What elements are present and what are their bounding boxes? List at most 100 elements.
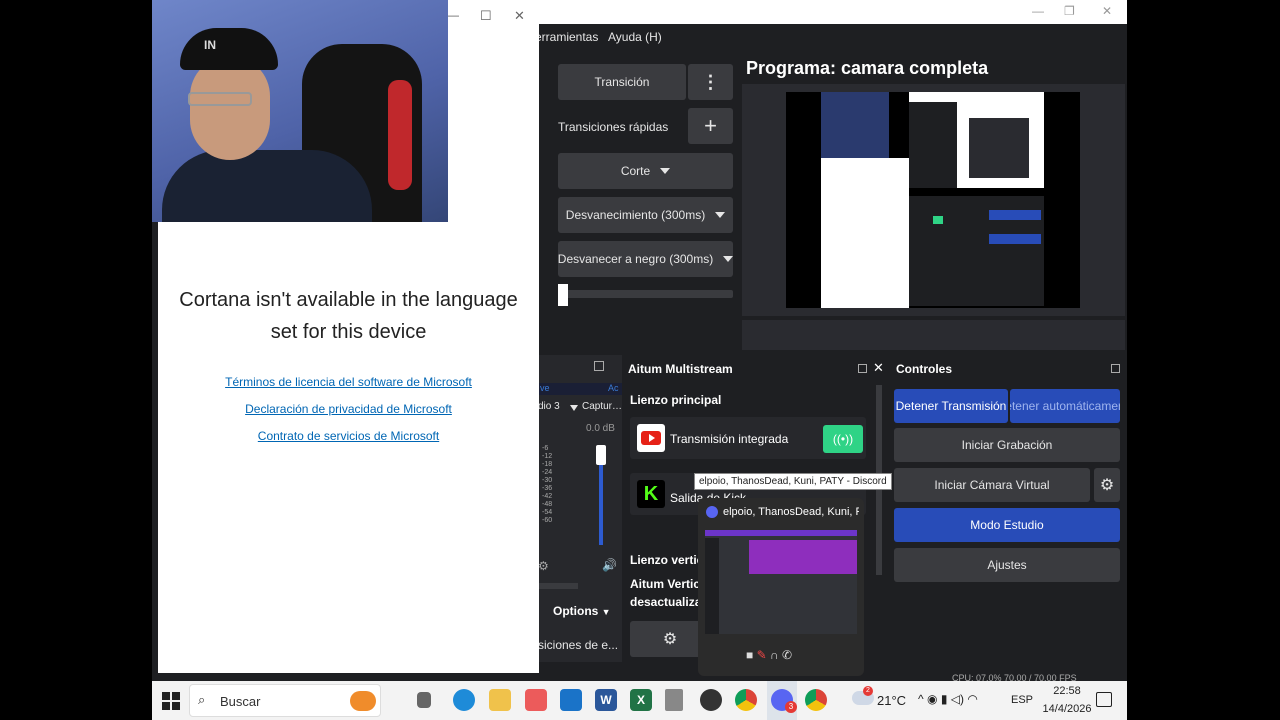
chevron-up-icon[interactable]: ^: [918, 692, 924, 706]
undock-icon[interactable]: [858, 364, 867, 373]
mixer-settings-icon[interactable]: ⚙: [538, 559, 549, 573]
task-view-icon[interactable]: [417, 692, 431, 708]
volume-fader[interactable]: [596, 445, 606, 465]
start-recording-button[interactable]: Iniciar Grabación: [894, 428, 1120, 462]
undock-icon[interactable]: [1111, 364, 1120, 373]
scene-transition-label: siciones de e...: [538, 638, 619, 652]
taskbar: ⌕ Buscar W X 3 2 21°C ^ ◉ ▮ ◁) ◠ ESP 22:…: [152, 681, 1127, 720]
menu-help[interactable]: Ayuda (H): [608, 30, 662, 44]
mixer-source-name: dio 3: [538, 401, 560, 412]
license-link[interactable]: Términos de licencia del software de Mic…: [158, 375, 539, 389]
camera-icon[interactable]: ■: [746, 648, 753, 662]
transition-slider-handle[interactable]: [558, 284, 568, 306]
discord-preview-title: elpoio, ThanosDead, Kuni, PATY...: [723, 506, 859, 518]
chevron-down-icon: [660, 168, 671, 174]
settings-button[interactable]: Ajustes: [894, 548, 1120, 582]
transition-slider[interactable]: [558, 284, 733, 306]
clock-time[interactable]: 22:58: [1038, 685, 1096, 697]
cortana-close-button[interactable]: ✕: [514, 8, 525, 24]
network-icon[interactable]: ◠: [967, 692, 977, 706]
person-glasses: [188, 92, 252, 106]
chrome-icon[interactable]: [735, 689, 757, 711]
mixer-tab-2[interactable]: Ac: [608, 383, 619, 393]
file-icon[interactable]: [665, 689, 683, 711]
transition-menu-button[interactable]: ⋮: [688, 64, 733, 100]
services-link[interactable]: Contrato de servicios de Microsoft: [158, 429, 539, 443]
options-label: Options: [553, 604, 599, 618]
mixer-tabs[interactable]: ve Ac: [538, 383, 622, 395]
meet-now-icon[interactable]: ◉: [927, 692, 937, 706]
privacy-link[interactable]: Declaración de privacidad de Microsoft: [158, 402, 539, 416]
transition-cut-button[interactable]: Corte: [558, 153, 733, 189]
microphone-icon[interactable]: ▮: [941, 692, 948, 706]
tray-icons[interactable]: ^ ◉ ▮ ◁) ◠: [918, 692, 978, 706]
undock-icon[interactable]: [594, 361, 604, 371]
chrome-icon[interactable]: [805, 689, 827, 711]
mixer-db: 0.0 dB: [586, 423, 615, 434]
obs-icon[interactable]: [700, 689, 722, 711]
stop-auto-button[interactable]: etener automáticamen: [1010, 389, 1120, 423]
discord-preview-image: [705, 530, 857, 634]
preview-cortana: [821, 158, 909, 308]
fade-label: Desvanecimiento (300ms): [565, 208, 706, 222]
transition-fade-button[interactable]: Desvanecimiento (300ms): [558, 197, 733, 233]
chevron-down-icon: [723, 256, 733, 262]
obs-minimize-button[interactable]: —: [1032, 4, 1044, 18]
add-transition-button[interactable]: +: [688, 108, 733, 144]
headphones-icon[interactable]: ∩: [770, 648, 779, 662]
discord-tooltip: elpoio, ThanosDead, Kuni, PATY - Discord: [694, 473, 892, 490]
clock-date[interactable]: 14/4/2026: [1038, 703, 1096, 715]
stream-toggle-button[interactable]: ((•)): [823, 425, 863, 453]
language-indicator[interactable]: ESP: [1011, 694, 1033, 706]
chevron-down-icon[interactable]: [570, 405, 578, 411]
discord-taskbar-button[interactable]: 3: [767, 681, 797, 720]
file-explorer-icon[interactable]: [489, 689, 511, 711]
stop-stream-button[interactable]: Detener Transmisión: [894, 389, 1008, 423]
fade-black-label: Desvanecer a negro (300ms): [558, 252, 714, 266]
mixer-scrollbar[interactable]: [538, 583, 578, 589]
cortana-maximize-button[interactable]: ☐: [480, 8, 492, 24]
mixer-scale: -6 -12 -18 -24 -30 -36 -42 -48 -54 -60: [542, 445, 553, 524]
search-box[interactable]: ⌕ Buscar: [189, 684, 381, 717]
cortana-minimize-button[interactable]: —: [447, 8, 459, 22]
discord-call-controls[interactable]: ■ ✎ ∩ ✆: [746, 648, 792, 662]
person-body: [162, 150, 372, 222]
integrated-output-label: Transmisión integrada: [670, 432, 789, 446]
integrated-output-row: Transmisión integrada ((•)): [630, 417, 866, 459]
transition-fade-black-button[interactable]: Desvanecer a negro (300ms): [558, 241, 733, 277]
obs-close-button[interactable]: ✕: [1102, 4, 1112, 18]
excel-icon[interactable]: X: [630, 689, 652, 711]
outlook-icon[interactable]: [560, 689, 582, 711]
chevron-down-icon: [715, 212, 726, 218]
close-icon[interactable]: ✕: [873, 360, 884, 376]
main-canvas-label: Lienzo principal: [630, 393, 722, 407]
virtual-camera-settings-button[interactable]: ⚙: [1094, 468, 1120, 502]
obs-maximize-button[interactable]: ❐: [1064, 4, 1075, 18]
studio-mode-button[interactable]: Modo Estudio: [894, 508, 1120, 542]
virtual-camera-button[interactable]: Iniciar Cámara Virtual: [894, 468, 1090, 502]
windows-start-icon[interactable]: [162, 692, 180, 710]
store-icon[interactable]: [525, 689, 547, 711]
menu-tools[interactable]: erramientas: [535, 30, 598, 44]
chevron-down-icon: ▼: [601, 607, 611, 617]
quick-transitions-label: Transiciones rápidas: [558, 120, 669, 134]
search-placeholder: Buscar: [220, 694, 261, 709]
search-icon: ⌕: [198, 692, 206, 707]
transition-button[interactable]: Transición: [558, 64, 686, 100]
volume-icon[interactable]: ◁): [951, 692, 964, 706]
program-area: [742, 84, 1125, 316]
edge-icon[interactable]: [453, 689, 475, 711]
preview-obs-bottom: [909, 196, 1044, 306]
speaker-icon[interactable]: 🔊: [602, 558, 617, 572]
weather-temp[interactable]: 21°C: [877, 693, 906, 708]
mixer-tab-1[interactable]: ve: [540, 383, 550, 393]
options-button[interactable]: Options ▼: [553, 604, 611, 618]
youtube-icon: [637, 424, 665, 452]
mixer-capture-name: Captur…: [582, 401, 623, 412]
notification-icon[interactable]: [1096, 692, 1112, 707]
hang-up-icon[interactable]: ✆: [782, 648, 792, 662]
person-cap: IN: [180, 28, 278, 70]
discord-thumbnail[interactable]: elpoio, ThanosDead, Kuni, PATY... ■ ✎ ∩ …: [698, 498, 864, 676]
mic-muted-icon[interactable]: ✎: [757, 648, 767, 662]
word-icon[interactable]: W: [595, 689, 617, 711]
